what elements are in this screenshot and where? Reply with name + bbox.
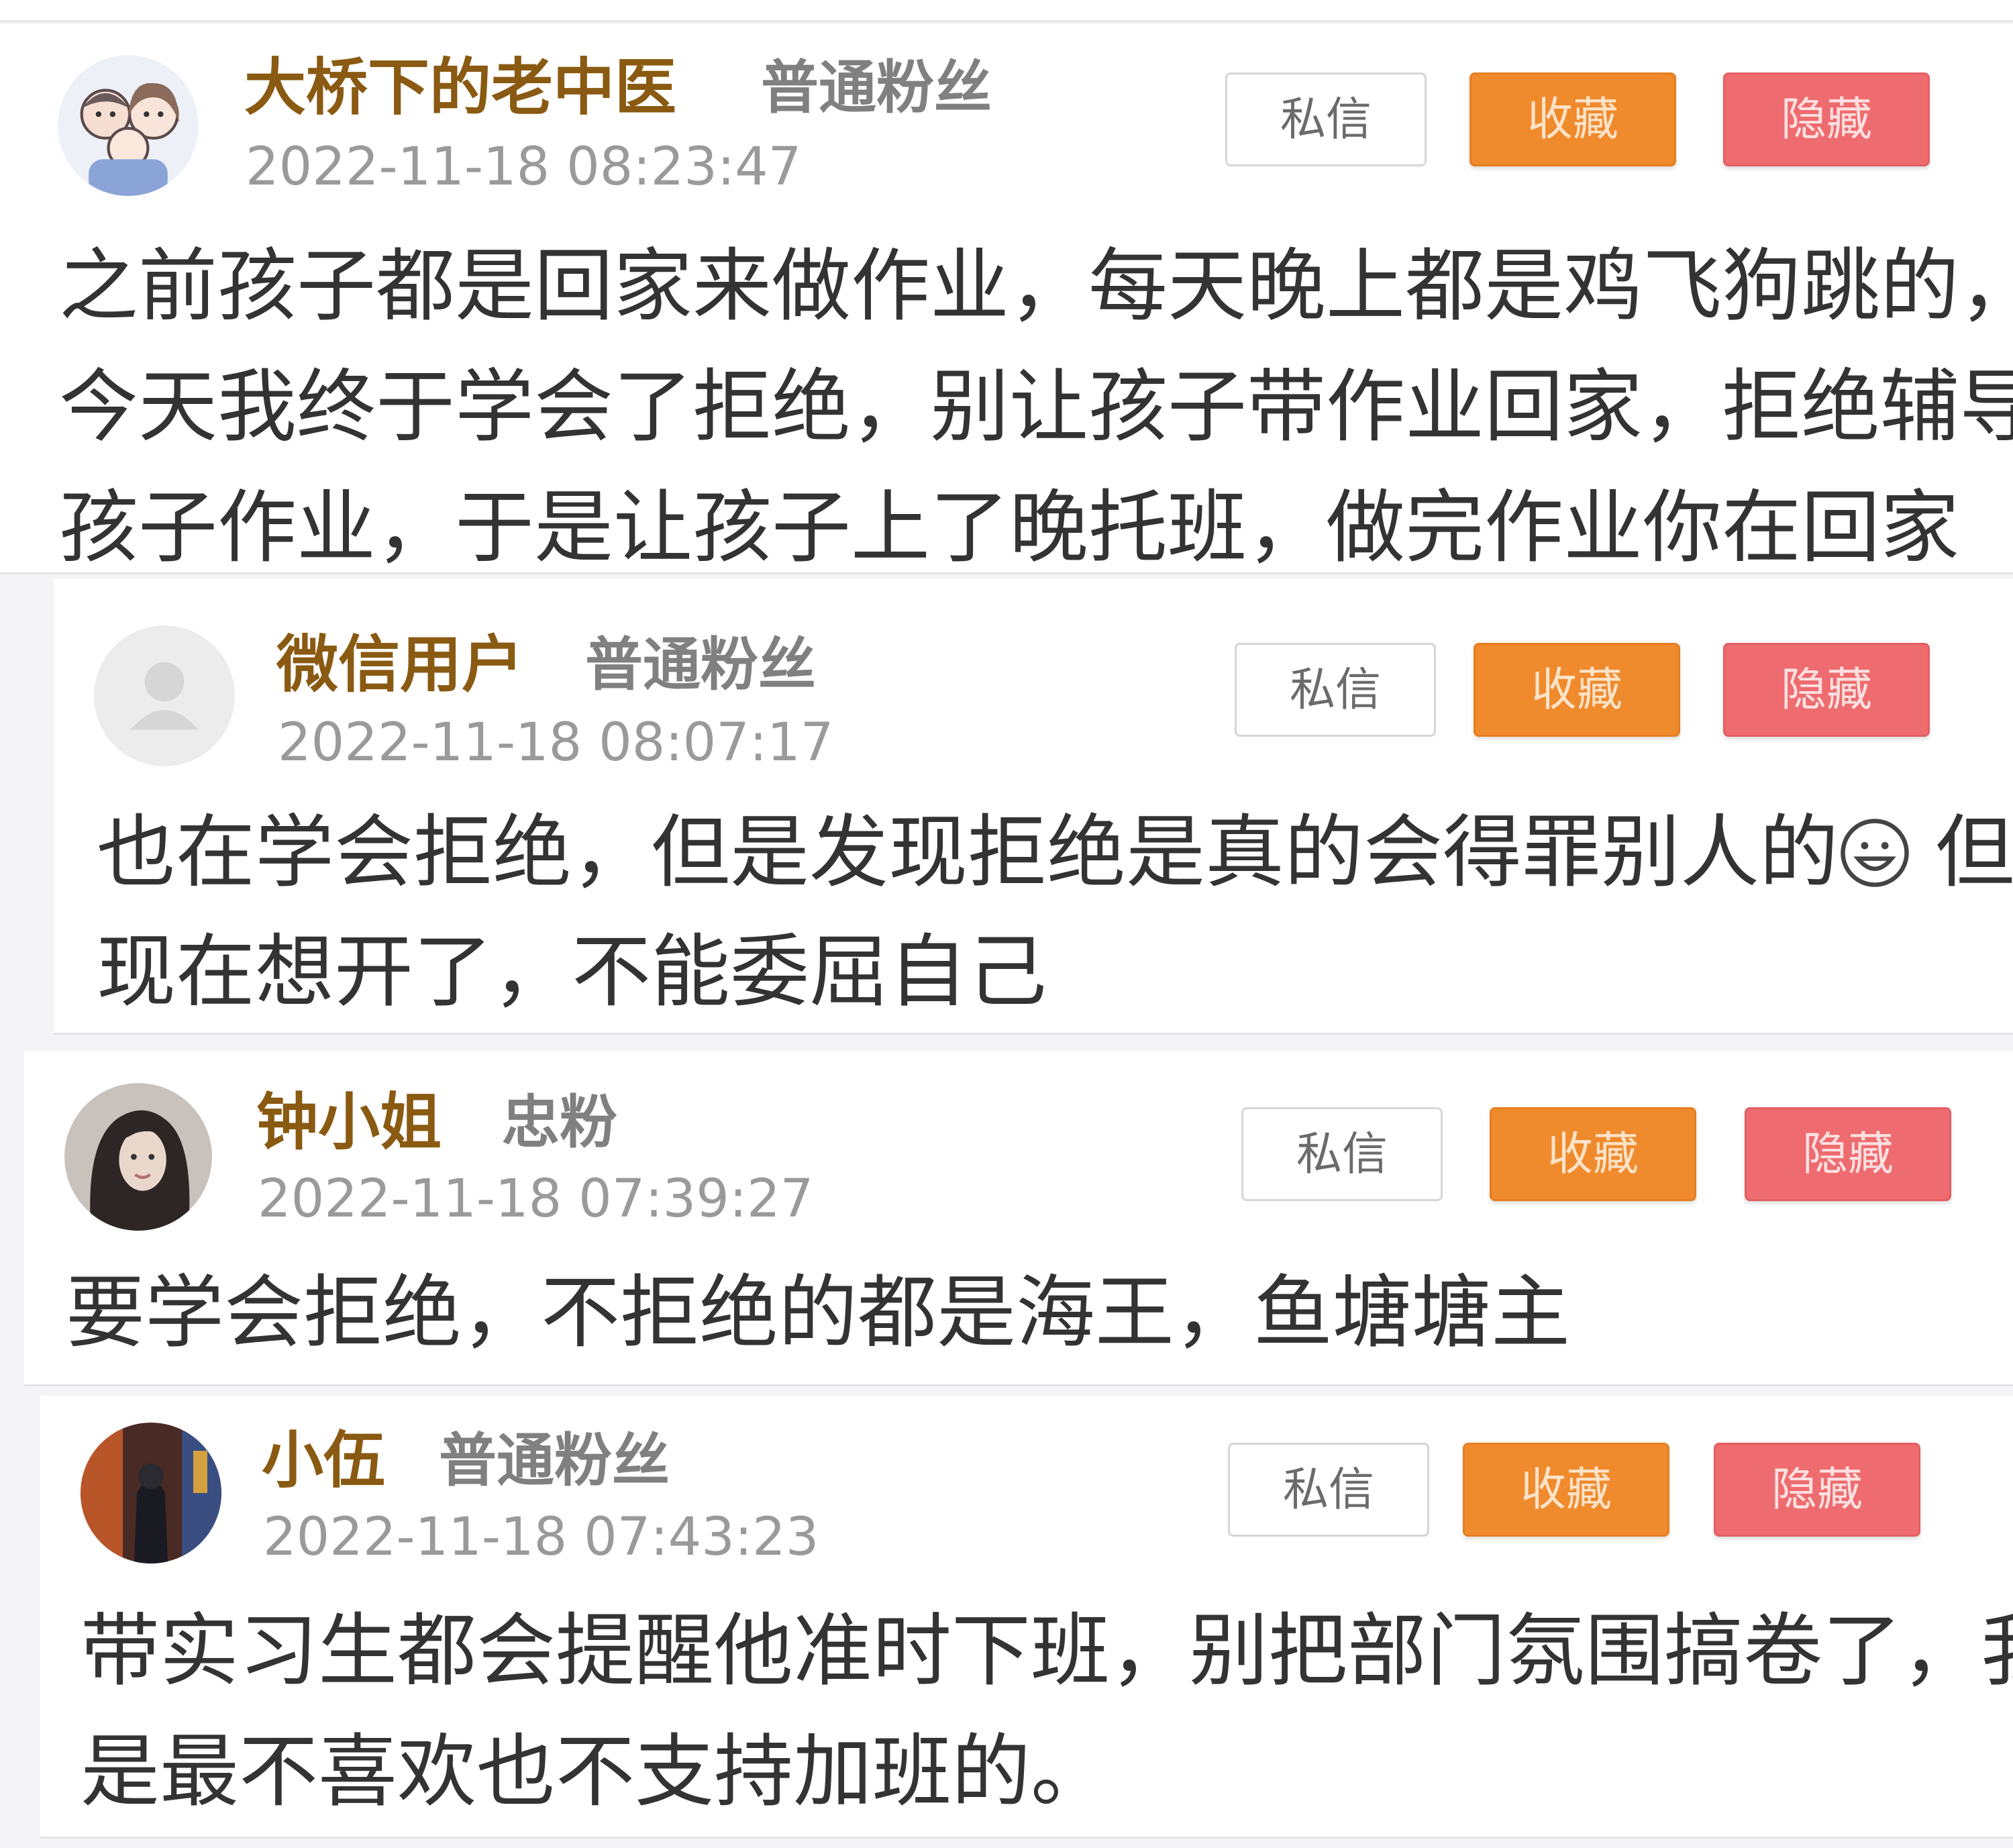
comment-text-segment: 也在学会拒绝，但是发现拒绝是真的会得罪别人的 bbox=[97, 806, 1839, 899]
comment-text-segment: 但是 bbox=[1935, 806, 2013, 899]
avatar[interactable] bbox=[81, 1423, 221, 1563]
fan-badge: 普通粉丝 bbox=[439, 1427, 670, 1494]
comment-time: 2022-11-18 08:23:47 bbox=[246, 137, 802, 197]
username[interactable]: 小伍 bbox=[262, 1424, 385, 1498]
hide-button[interactable]: 隐藏 bbox=[1723, 72, 1930, 166]
private-message-button[interactable]: 私信 bbox=[1225, 72, 1427, 166]
grinning-face-icon bbox=[1841, 819, 1909, 887]
comment-time: 2022-11-18 07:39:27 bbox=[258, 1169, 814, 1229]
avatar-family-cartoon-icon bbox=[58, 55, 199, 196]
username[interactable]: 钟小姐 bbox=[256, 1086, 442, 1160]
avatar[interactable] bbox=[64, 1083, 212, 1231]
comment-item: 小伍 普通粉丝 2022-11-18 07:43:23 私信 收藏 隐藏 带实习… bbox=[40, 1396, 2013, 1839]
comment-item: 微信用户 普通粉丝 2022-11-18 08:07:17 私信 收藏 隐藏 也… bbox=[54, 578, 2013, 1035]
comment-text-line: 带实习生都会提醒他准时下班，别把部门氛围搞卷了，我 bbox=[81, 1604, 2013, 1697]
default-user-icon bbox=[94, 625, 235, 766]
username[interactable]: 微信用户 bbox=[276, 628, 523, 702]
avatar[interactable] bbox=[94, 625, 235, 766]
top-divider bbox=[0, 0, 2013, 22]
hide-button[interactable]: 隐藏 bbox=[1745, 1107, 1951, 1201]
private-message-button[interactable]: 私信 bbox=[1228, 1443, 1429, 1537]
private-message-button[interactable]: 私信 bbox=[1241, 1107, 1443, 1201]
fan-badge: 忠粉 bbox=[502, 1089, 617, 1156]
favorite-button[interactable]: 收藏 bbox=[1469, 72, 1676, 166]
comment-time: 2022-11-18 07:43:23 bbox=[263, 1507, 819, 1568]
favorite-button[interactable]: 收藏 bbox=[1474, 643, 1680, 737]
favorite-button[interactable]: 收藏 bbox=[1463, 1443, 1669, 1537]
private-message-button[interactable]: 私信 bbox=[1235, 643, 1436, 737]
hide-button[interactable]: 隐藏 bbox=[1723, 643, 1930, 737]
comment-time: 2022-11-18 08:07:17 bbox=[278, 713, 834, 773]
comment-text-line: 要学会拒绝，不拒绝的都是海王，鱼塘塘主 bbox=[66, 1266, 1571, 1359]
comment-item: 大桥下的老中医 普通粉丝 2022-11-18 08:23:47 私信 收藏 隐… bbox=[0, 24, 2013, 574]
dark-scene-avatar-icon bbox=[81, 1423, 221, 1563]
fan-badge: 普通粉丝 bbox=[761, 54, 992, 121]
avatar[interactable] bbox=[58, 55, 199, 196]
comment-text-line: 也在学会拒绝，但是发现拒绝是真的会得罪别人的 但是 bbox=[97, 792, 2013, 913]
comment-text-line: 是最不喜欢也不支持加班的。 bbox=[81, 1725, 1111, 1818]
fan-badge: 普通粉丝 bbox=[585, 631, 816, 699]
woman-portrait-icon bbox=[64, 1083, 212, 1231]
comment-text-line: 现在想开了，不能委屈自己 bbox=[97, 925, 1047, 1018]
comment-text-line: 之前孩子都是回家来做作业，每天晚上都是鸡飞狗跳的， bbox=[59, 240, 2013, 332]
favorite-button[interactable]: 收藏 bbox=[1490, 1107, 1696, 1201]
comment-text-line: 今天我终于学会了拒绝，别让孩子带作业回家，拒绝辅导 bbox=[59, 360, 2013, 453]
comment-text-line: 孩子作业，于是让孩子上了晚托班，做完作业你在回家 bbox=[59, 481, 1960, 574]
username[interactable]: 大桥下的老中医 bbox=[244, 51, 676, 125]
hide-button[interactable]: 隐藏 bbox=[1714, 1443, 1920, 1537]
comment-item: 钟小姐 忠粉 2022-11-18 07:39:27 私信 收藏 隐藏 要学会拒… bbox=[24, 1051, 2013, 1386]
